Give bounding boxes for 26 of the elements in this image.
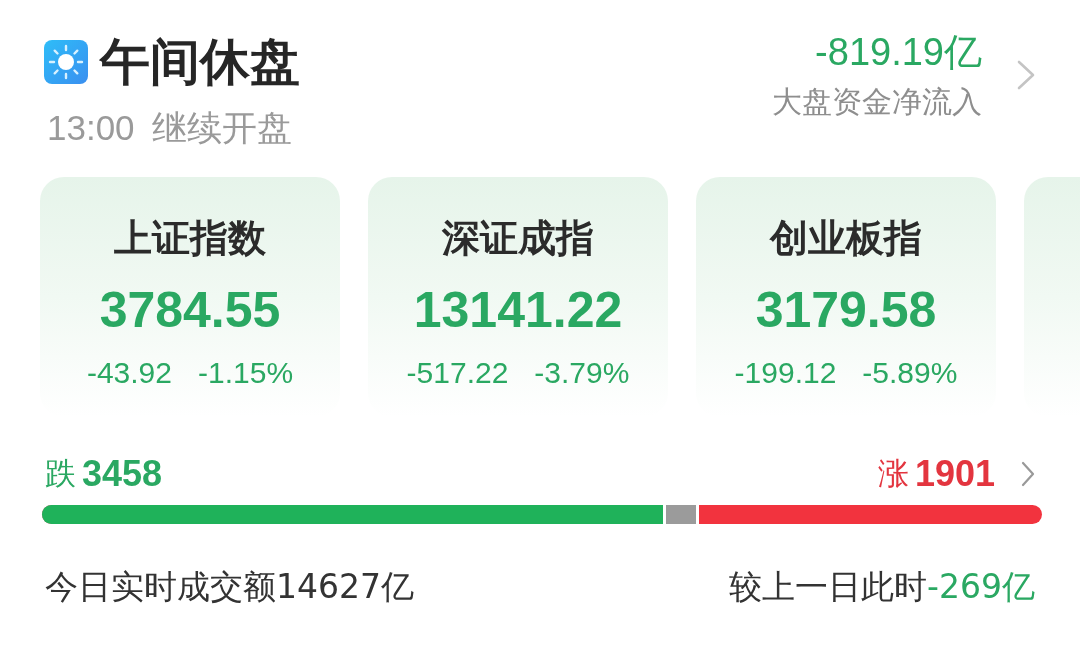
- comparison-label: 较上一日此时: [729, 566, 928, 608]
- chevron-icon[interactable]: [1021, 461, 1035, 487]
- comparison-value: -269亿: [927, 566, 1035, 608]
- index-change: -43.92: [86, 355, 172, 391]
- session-title: 午间休盘: [100, 33, 300, 92]
- decliners-label: 跌: [45, 455, 76, 493]
- index-name: 深证成指: [442, 216, 594, 261]
- net-inflow-label: 大盘资金净流入: [772, 84, 982, 120]
- index-name: 上证指数: [114, 216, 266, 261]
- decliners-count: 3458: [82, 452, 163, 496]
- index-change: -517.22: [406, 355, 509, 391]
- chevron-icon[interactable]: [1017, 60, 1035, 90]
- advancers-count: 1901: [914, 452, 995, 496]
- advancers-label: 涨: [877, 455, 909, 493]
- turnover-text: 今日实时成交额14627亿: [45, 566, 414, 608]
- index-value: 3784.55: [99, 281, 281, 340]
- net-inflow-value: -819.19亿: [815, 30, 982, 75]
- resume-time-text: 13:00 继续开盘: [47, 107, 294, 149]
- index-change-percent: -5.89%: [862, 355, 958, 391]
- index-change-percent: -1.15%: [198, 355, 294, 391]
- sun-icon: [44, 40, 88, 84]
- index-value: 3179.58: [755, 281, 937, 340]
- index-change-percent: -3.79%: [534, 355, 630, 391]
- index-change: -199.12: [734, 355, 837, 391]
- index-name: 创业板指: [770, 216, 922, 261]
- index-value: 13141.22: [413, 281, 623, 340]
